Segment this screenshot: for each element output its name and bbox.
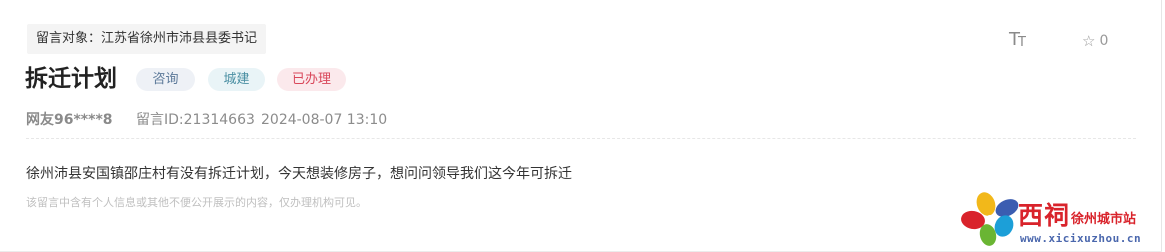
privacy-note: 该留言中含有个人信息或其他不便公开展示的内容，仅办理机构可见。 (26, 196, 367, 209)
message-content: 徐州沛县安国镇邵庄村有没有拆迁计划，今天想装修房子，想问问领导我们这今年可拆迁 (26, 166, 572, 182)
logo-site-name: 徐州城市站 (1071, 212, 1137, 227)
logo-url: www.xicixuzhou.cn (1020, 232, 1142, 245)
favorite-count: 0 (1099, 33, 1109, 49)
pinwheel-logo-icon (961, 192, 1019, 246)
message-target: 留言对象：江苏省徐州市沛县县委书记 (27, 24, 267, 54)
font-size-button[interactable]: T T (1009, 29, 1029, 51)
tag-consult: 咨询 (136, 68, 195, 91)
logo-cn-name: 西祠 (1018, 201, 1071, 230)
author-name: 网友96****8 (26, 112, 113, 128)
message-id: 留言ID:21314663 (136, 112, 255, 128)
divider (26, 138, 1136, 139)
frame-right-border (1161, 0, 1162, 252)
font-size-icon-small: T (1018, 35, 1026, 50)
status-badge: 已办理 (277, 68, 346, 91)
tag-urban-construction: 城建 (208, 68, 265, 91)
message-title: 拆迁计划 (25, 66, 117, 92)
favorite-button[interactable]: ☆ 0 (1082, 31, 1108, 51)
site-logo: 西祠 徐州城市站 www.xicixuzhou.cn (960, 190, 1160, 248)
message-date: 2024-08-07 13:10 (261, 112, 388, 128)
star-outline-icon: ☆ (1082, 32, 1096, 50)
